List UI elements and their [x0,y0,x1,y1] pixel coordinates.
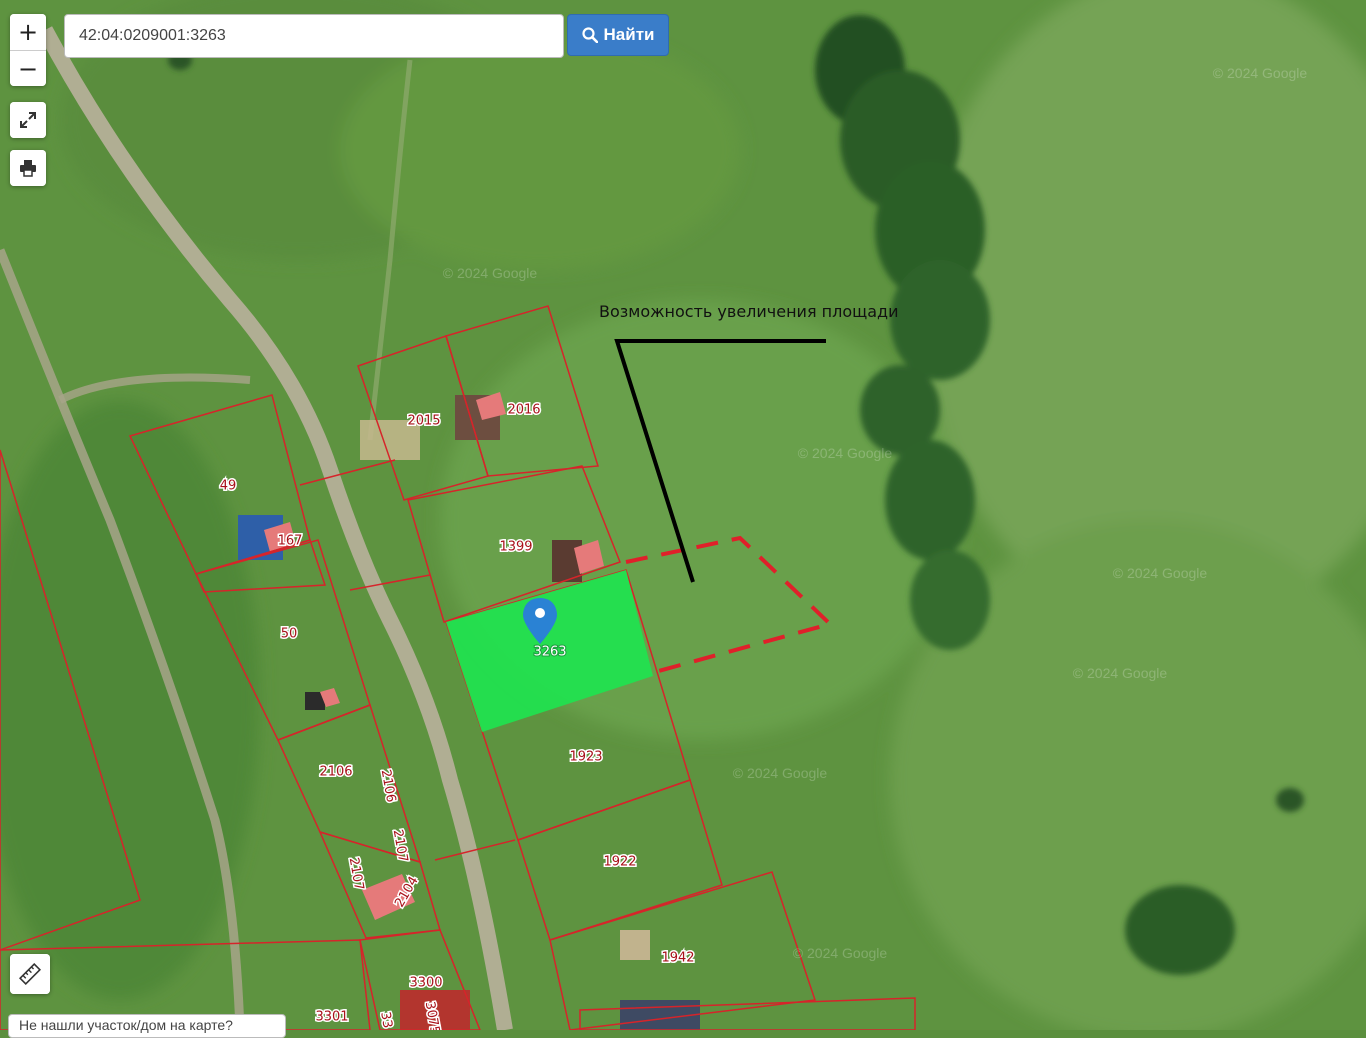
selected-parcel-label: 3263 [533,645,566,660]
parcel-number-label: 1922 [603,855,636,870]
annotation-text: Возможность увеличения площади [599,302,899,321]
google-watermark: © 2024 Google [793,945,888,961]
parcel-number-label: 3301 [315,1010,348,1025]
cadastral-search-input[interactable] [64,14,564,58]
not-found-hint-button[interactable]: Не нашли участок/дом на карте? [8,1014,286,1038]
zoom-out-button[interactable]: − [10,50,46,86]
search-button-label: Найти [603,25,655,44]
zoom-in-button[interactable]: + [10,14,46,50]
fullscreen-control [10,102,46,138]
parcel-number-label: 50 [281,627,298,642]
google-watermark: © 2024 Google [1213,65,1308,81]
google-watermark: © 2024 Google [798,445,893,461]
parcel-number-label: 2106 [319,765,352,780]
google-watermark: © 2024 Google [1113,565,1208,581]
parcel-number-label: 1923 [569,750,602,765]
google-watermark: © 2024 Google [733,765,828,781]
print-control [10,150,46,186]
satellite-map[interactable]: 2015201649167 13995019232106 210621072107 2… [0,0,1366,1030]
parcel-number-label: 2016 [507,403,540,418]
zoom-controls: + − [10,14,46,86]
ruler-button[interactable] [10,954,50,994]
search-button[interactable]: Найти [567,14,669,56]
printer-icon [20,160,36,177]
parcel-number-label: 1399 [499,540,532,555]
search-icon [581,27,598,43]
parcel-number-label: 33 [377,1011,395,1030]
print-button[interactable] [10,150,46,186]
parcel-number-label: 167 [278,534,303,549]
ruler-control [10,954,50,994]
fullscreen-button[interactable] [10,102,46,138]
parcel-number-label: 2015 [407,414,440,429]
parcel-number-label: 49 [220,479,237,494]
ruler-icon [19,963,41,985]
parcel-number-label: 3300 [409,976,442,991]
google-watermark: © 2024 Google [1073,665,1168,681]
google-watermark: © 2024 Google [443,265,538,281]
expand-icon [20,112,36,128]
parcel-number-label: 1942 [661,951,694,966]
